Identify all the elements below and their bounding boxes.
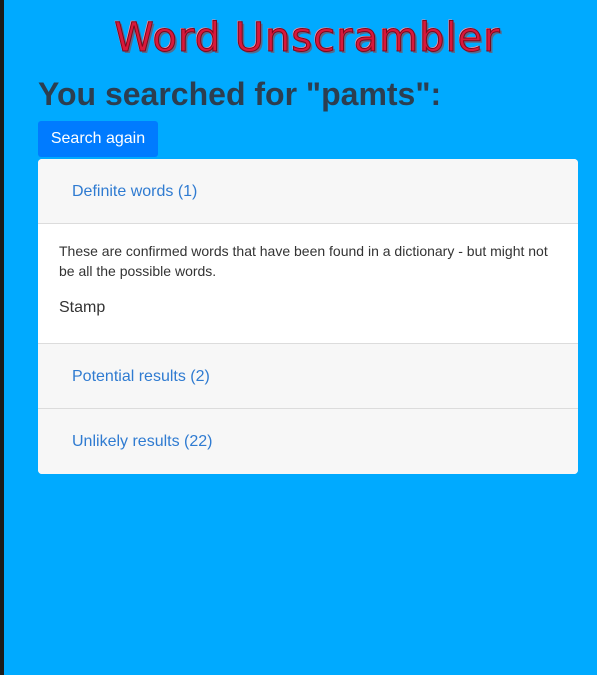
site-logo[interactable]: Word Unscrambler	[0, 10, 597, 66]
definite-words-panel: These are confirmed words that have been…	[38, 224, 578, 344]
definite-words-header[interactable]: Definite words (1)	[38, 159, 578, 224]
results-accordion: Definite words (1) These are confirmed w…	[38, 159, 578, 474]
definite-words-description: These are confirmed words that have been…	[59, 243, 548, 279]
result-word: Stamp	[59, 299, 106, 316]
unlikely-results-header[interactable]: Unlikely results (22)	[38, 409, 578, 474]
potential-results-header[interactable]: Potential results (2)	[38, 344, 578, 409]
window-edge	[0, 0, 4, 675]
page-title: You searched for "pamts":	[38, 76, 442, 112]
search-again-button[interactable]: Search again	[38, 121, 158, 157]
